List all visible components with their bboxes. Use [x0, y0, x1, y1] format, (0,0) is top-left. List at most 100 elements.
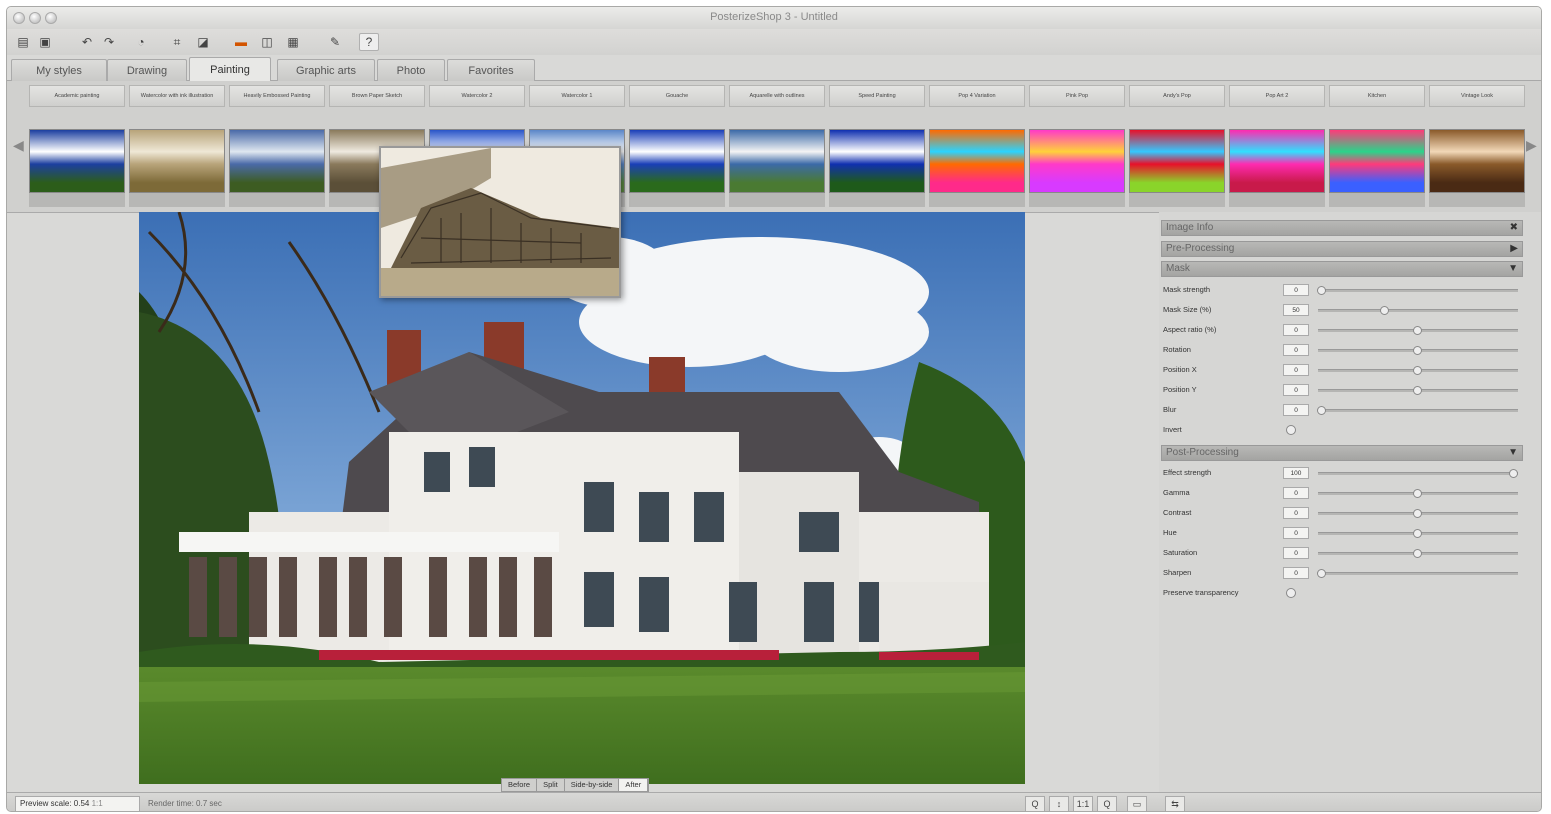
open-icon[interactable]: ▤: [13, 33, 33, 51]
slider-value-field[interactable]: 0: [1283, 567, 1309, 579]
chevron-right-icon[interactable]: ▶: [1510, 242, 1518, 256]
close-icon[interactable]: ✖: [1510, 221, 1518, 235]
slider-value-field[interactable]: 50: [1283, 304, 1309, 316]
chevron-down-icon[interactable]: ▼: [1508, 262, 1518, 276]
style-thumbnail[interactable]: [1129, 129, 1225, 193]
style-item[interactable]: Academic painting: [29, 85, 127, 209]
slider-value-field[interactable]: 0: [1283, 507, 1309, 519]
slider-thumb[interactable]: [1413, 326, 1422, 335]
slider-track[interactable]: [1318, 469, 1518, 478]
style-thumbnail[interactable]: [1229, 129, 1325, 193]
style-item[interactable]: Aquarelle with outlines: [729, 85, 827, 209]
redo-icon[interactable]: ↷: [99, 33, 119, 51]
style-item[interactable]: Watercolor with ink illustration: [129, 85, 227, 209]
slider-track[interactable]: [1318, 306, 1518, 315]
slider-thumb[interactable]: [1509, 469, 1518, 478]
slider-value-field[interactable]: 0: [1283, 324, 1309, 336]
style-item[interactable]: Vintage Look: [1429, 85, 1527, 209]
fullscreen-icon[interactable]: ▭: [1127, 796, 1147, 811]
layout-grid-icon[interactable]: ▦: [283, 33, 303, 51]
slider-track[interactable]: [1317, 286, 1518, 295]
style-thumbnail[interactable]: [629, 129, 725, 193]
style-item[interactable]: Heavily Embossed Painting: [229, 85, 327, 209]
style-thumbnail[interactable]: [129, 129, 225, 193]
tab-drawing[interactable]: Drawing: [107, 59, 187, 81]
section-pre-processing[interactable]: Pre-Processing ▶: [1161, 241, 1523, 257]
style-item[interactable]: Speed Painting: [829, 85, 927, 209]
actual-size-icon[interactable]: 1:1: [1073, 796, 1093, 811]
tab-my-styles[interactable]: My styles: [11, 59, 107, 81]
slider-thumb[interactable]: [1413, 549, 1422, 558]
style-thumbnail[interactable]: [1429, 129, 1525, 193]
slider-thumb[interactable]: [1413, 529, 1422, 538]
style-item[interactable]: Pink Pop: [1029, 85, 1127, 209]
slider-value-field[interactable]: 0: [1283, 384, 1309, 396]
style-thumbnail[interactable]: [1329, 129, 1425, 193]
slider-thumb[interactable]: [1413, 366, 1422, 375]
section-image-info[interactable]: Image Info ✖: [1161, 220, 1523, 236]
slider-value-field[interactable]: 0: [1283, 547, 1309, 559]
style-thumbnail[interactable]: [1029, 129, 1125, 193]
slider-track[interactable]: [1318, 509, 1518, 518]
view-split-button[interactable]: Split: [537, 779, 565, 791]
brush-icon[interactable]: ✎: [325, 33, 345, 51]
preserve-transparency-checkbox[interactable]: [1286, 588, 1296, 598]
slider-value-field[interactable]: 0: [1283, 284, 1309, 296]
style-item[interactable]: Pop Art 2: [1229, 85, 1327, 209]
slider-thumb[interactable]: [1413, 489, 1422, 498]
tab-graphic-arts[interactable]: Graphic arts: [277, 59, 375, 81]
slider-value-field[interactable]: 0: [1283, 404, 1309, 416]
crop-icon[interactable]: ⌗: [167, 33, 187, 51]
slider-track[interactable]: [1318, 549, 1518, 558]
slider-value-field[interactable]: 0: [1283, 364, 1309, 376]
style-thumbnail[interactable]: [729, 129, 825, 193]
tab-painting[interactable]: Painting: [189, 57, 271, 82]
view-side-by-side-button[interactable]: Side-by-side: [565, 779, 620, 791]
chevron-down-icon[interactable]: ▼: [1508, 446, 1518, 460]
scroll-left-icon[interactable]: ◀: [13, 137, 24, 154]
view-after-button[interactable]: After: [619, 779, 649, 791]
style-thumbnail[interactable]: [229, 129, 325, 193]
slider-track[interactable]: [1317, 569, 1518, 578]
panel-toggle-icon[interactable]: ⇆: [1165, 796, 1185, 811]
slider-thumb[interactable]: [1317, 569, 1326, 578]
slider-value-field[interactable]: 0: [1283, 487, 1309, 499]
help-icon[interactable]: ?: [359, 33, 379, 51]
slider-thumb[interactable]: [1413, 509, 1422, 518]
scroll-right-icon[interactable]: ▶: [1526, 137, 1537, 154]
slider-value-field[interactable]: 0: [1283, 527, 1309, 539]
slider-thumb[interactable]: [1380, 306, 1390, 315]
slider-track[interactable]: [1318, 386, 1518, 395]
style-thumbnail[interactable]: [929, 129, 1025, 193]
section-mask[interactable]: Mask ▼: [1161, 261, 1523, 277]
tab-photo[interactable]: Photo: [377, 59, 445, 81]
slider-track[interactable]: [1318, 529, 1518, 538]
style-item[interactable]: Gouache: [629, 85, 727, 209]
slider-track[interactable]: [1318, 366, 1518, 375]
layout-single-icon[interactable]: ▬: [231, 33, 251, 51]
fit-to-window-icon[interactable]: ↕: [1049, 796, 1069, 811]
slider-track[interactable]: [1318, 346, 1518, 355]
slider-thumb[interactable]: [1413, 346, 1422, 355]
style-thumbnail[interactable]: [829, 129, 925, 193]
zoom-out-icon[interactable]: Q: [1025, 796, 1045, 811]
save-icon[interactable]: ▣: [35, 33, 55, 51]
lock-icon[interactable]: ◪: [193, 33, 213, 51]
undo-icon[interactable]: ↶: [77, 33, 97, 51]
style-item[interactable]: Pop 4 Variation: [929, 85, 1027, 209]
slider-value-field[interactable]: 100: [1283, 467, 1309, 479]
slider-thumb[interactable]: [1317, 406, 1326, 415]
view-before-button[interactable]: Before: [502, 779, 538, 791]
preview-scale-field[interactable]: Preview scale: 0.54 1:1: [15, 796, 140, 811]
slider-track[interactable]: [1318, 326, 1518, 335]
slider-track[interactable]: [1318, 489, 1518, 498]
style-item[interactable]: Kitchen: [1329, 85, 1427, 209]
invert-checkbox[interactable]: [1286, 425, 1296, 435]
style-thumbnail[interactable]: [29, 129, 125, 193]
tab-favorites[interactable]: Favorites: [447, 59, 535, 81]
zoom-in-icon[interactable]: Q: [1097, 796, 1117, 811]
slider-value-field[interactable]: 0: [1283, 344, 1309, 356]
slider-thumb[interactable]: [1413, 386, 1422, 395]
slider-track[interactable]: [1317, 406, 1518, 415]
zoom-icon[interactable]: ◔: [131, 33, 151, 51]
